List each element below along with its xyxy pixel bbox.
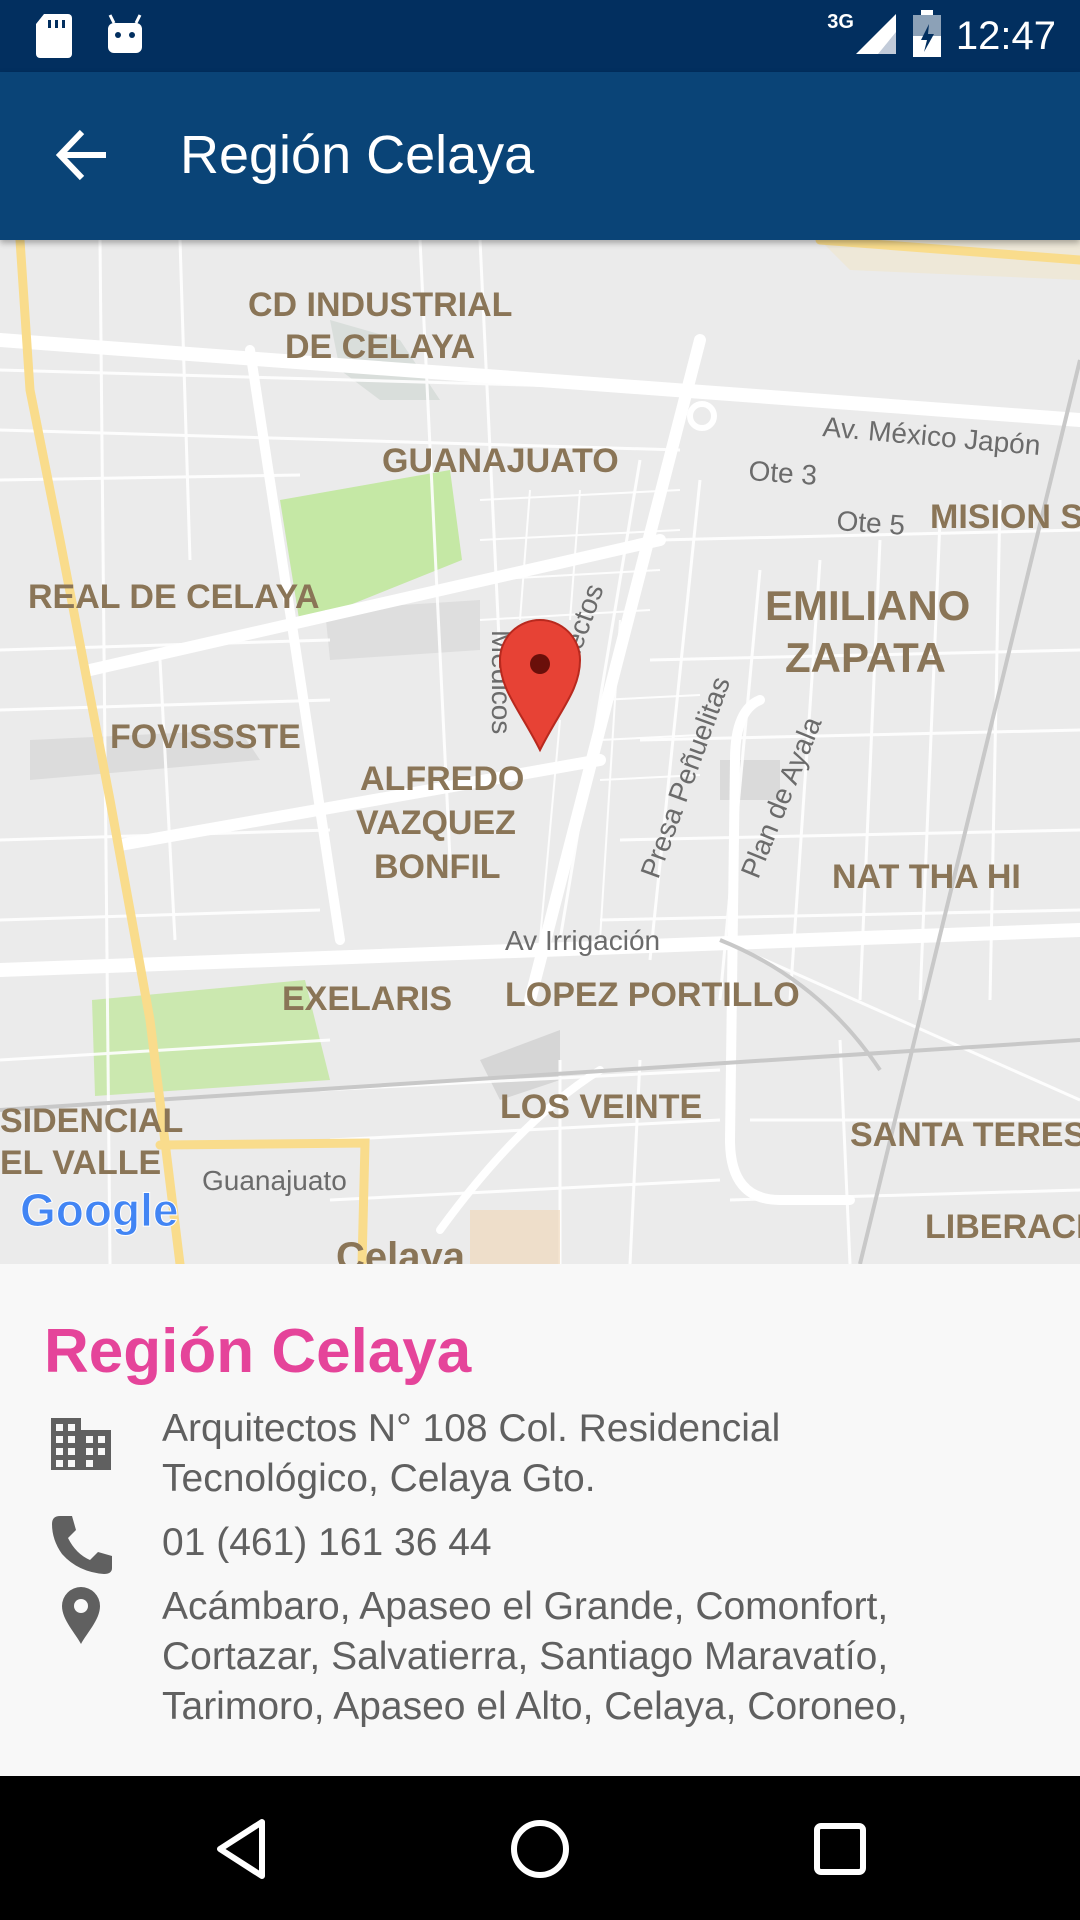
location-title: Región Celaya bbox=[44, 1317, 472, 1386]
building-icon bbox=[51, 1418, 111, 1470]
clock: 12:47 bbox=[955, 13, 1056, 58]
signal-icon bbox=[854, 12, 898, 61]
map-label: ZAPATA bbox=[785, 634, 946, 681]
map-label: Ote 5 bbox=[836, 505, 906, 541]
address-line: Arquitectos N° 108 Col. Residencial bbox=[162, 1407, 781, 1450]
map-label: SANTA TERESI bbox=[850, 1116, 1080, 1154]
map-view[interactable]: CD INDUSTRIAL DE CELAYA GUANAJUATO MISIO… bbox=[0, 240, 1080, 1264]
address-line: Tecnológico, Celaya Gto. bbox=[162, 1457, 596, 1500]
nav-recents-icon bbox=[814, 1823, 866, 1875]
google-logo: Google bbox=[20, 1184, 178, 1236]
map-label: LOS VEINTE bbox=[500, 1088, 702, 1126]
map-label: SIDENCIAL bbox=[0, 1102, 183, 1140]
map-label: Guanajuato bbox=[202, 1165, 347, 1196]
nav-recents-button[interactable] bbox=[795, 1804, 885, 1894]
map-label: Celaya bbox=[336, 1235, 466, 1264]
status-bar: 3G 12:47 bbox=[0, 0, 1080, 72]
map-label: LOPEZ PORTILLO bbox=[505, 976, 800, 1014]
map-label: NAT THA HI bbox=[832, 858, 1021, 896]
system-nav-bar bbox=[0, 1776, 1080, 1920]
location-info-panel: Región Celaya Arquitectos N° 108 Col. Re… bbox=[0, 1264, 1080, 1776]
map-label: VAZQUEZ bbox=[356, 804, 516, 842]
map-label: LIBERACIO bbox=[925, 1208, 1080, 1246]
map-label: MISION S bbox=[930, 498, 1080, 536]
map-label: Av Irrigación bbox=[505, 925, 660, 956]
sd-card-icon bbox=[34, 12, 74, 63]
nav-back-button[interactable] bbox=[196, 1804, 286, 1894]
phone-icon bbox=[52, 1516, 112, 1574]
phone-number[interactable]: 01 (461) 161 36 44 bbox=[162, 1518, 1042, 1568]
map-label: EL VALLE bbox=[0, 1144, 161, 1182]
nav-home-icon bbox=[511, 1820, 569, 1878]
location-pin-icon bbox=[62, 1587, 100, 1644]
map-label: GUANAJUATO bbox=[382, 442, 619, 480]
map-label: EXELARIS bbox=[282, 980, 452, 1018]
network-type-label: 3G bbox=[827, 10, 854, 33]
map-label: BONFIL bbox=[374, 848, 501, 886]
map-label: DE CELAYA bbox=[285, 328, 475, 366]
arrow-back-icon bbox=[55, 129, 106, 181]
back-button[interactable] bbox=[50, 122, 116, 188]
coverage-line: Acámbaro, Apaseo el Grande, Comonfort, bbox=[162, 1585, 889, 1628]
page-title: Región Celaya bbox=[180, 125, 535, 185]
map-label: Ote 3 bbox=[748, 455, 818, 491]
map-label: EMILIANO bbox=[765, 582, 970, 629]
battery-icon bbox=[912, 9, 942, 63]
nav-back-icon bbox=[217, 1819, 265, 1879]
map-label: CD INDUSTRIAL bbox=[248, 286, 512, 324]
nav-home-button[interactable] bbox=[495, 1804, 585, 1894]
coverage-line: Tarimoro, Apaseo el Alto, Celaya, Corone… bbox=[162, 1685, 908, 1728]
app-bar: Región Celaya bbox=[0, 72, 1080, 240]
map-label: ALFREDO bbox=[360, 760, 524, 798]
map-label: FOVISSSTE bbox=[110, 718, 301, 756]
coverage-line: Cortazar, Salvatierra, Santiago Maravatí… bbox=[162, 1635, 889, 1678]
android-icon bbox=[104, 13, 146, 62]
map-label: REAL DE CELAYA bbox=[28, 578, 320, 616]
